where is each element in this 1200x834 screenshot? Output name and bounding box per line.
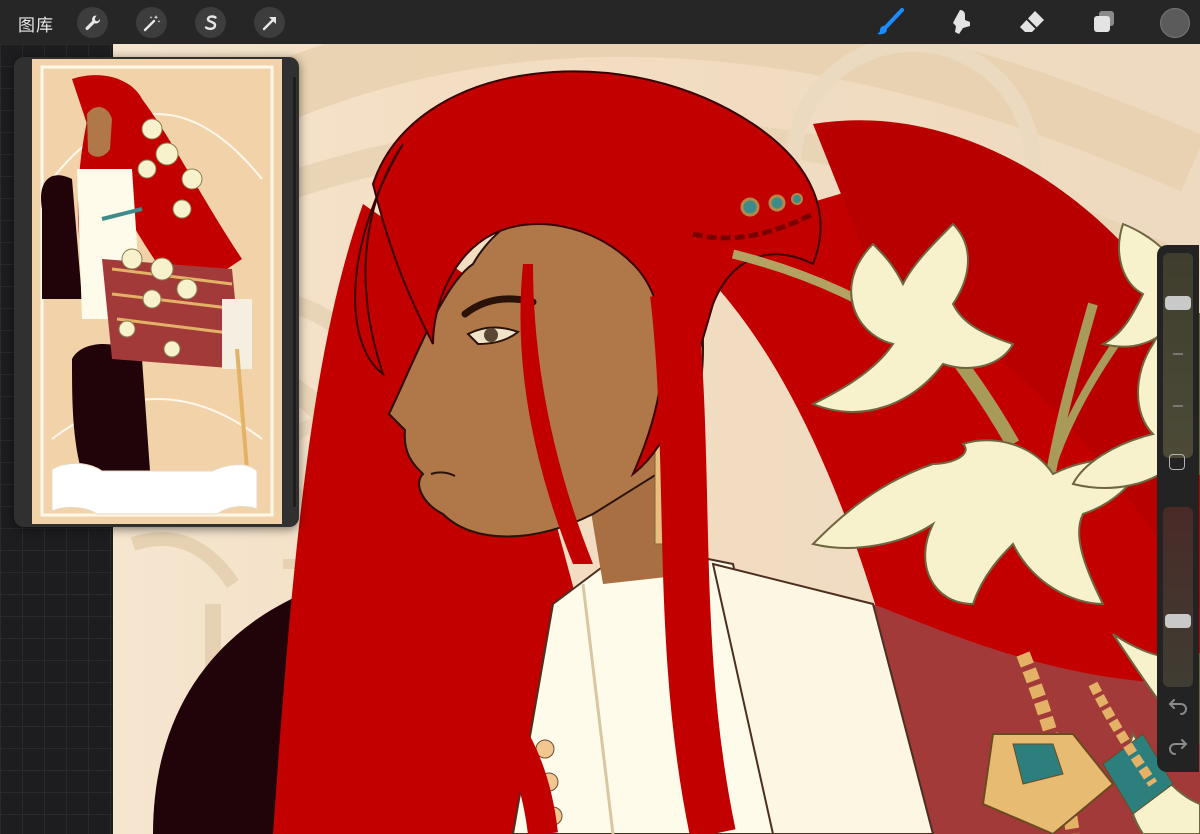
redo-icon [1169,739,1188,755]
top-toolbar: 图库 [0,0,1200,44]
undo-button[interactable] [1168,695,1188,715]
eraser-tool-button[interactable] [1016,6,1048,38]
magic-wand-icon [143,14,160,31]
undo-icon [1168,699,1187,715]
modify-button[interactable] [1169,454,1185,470]
brush-sidebar [1157,245,1199,772]
selection-s-icon [204,14,217,30]
eraser-icon [1020,11,1044,32]
layers-button[interactable] [1088,6,1120,38]
smudge-icon [953,10,970,34]
color-picker-button[interactable] [1160,8,1190,38]
wrench-icon [85,14,100,30]
layers-icon [1094,11,1114,32]
move-arrow-icon [262,16,276,30]
brush-icon [877,8,904,35]
selection-button[interactable] [195,7,226,38]
redo-button[interactable] [1168,735,1188,755]
size-tick [1173,405,1183,407]
adjustments-button[interactable] [136,7,167,38]
smudge-tool-button[interactable] [945,6,977,38]
brush-size-slider[interactable] [1163,253,1193,458]
size-tick [1173,353,1183,355]
brush-size-thumb[interactable] [1165,296,1191,310]
actions-button[interactable] [77,7,108,38]
transform-button[interactable] [254,7,285,38]
brush-opacity-thumb[interactable] [1165,614,1191,628]
reference-scrollbar[interactable] [293,77,296,507]
brush-opacity-slider[interactable] [1163,507,1193,687]
reference-thumbnail [32,59,282,524]
gallery-button[interactable]: 图库 [18,11,54,36]
paint-tool-button[interactable] [874,6,906,38]
reference-window[interactable] [14,57,299,527]
